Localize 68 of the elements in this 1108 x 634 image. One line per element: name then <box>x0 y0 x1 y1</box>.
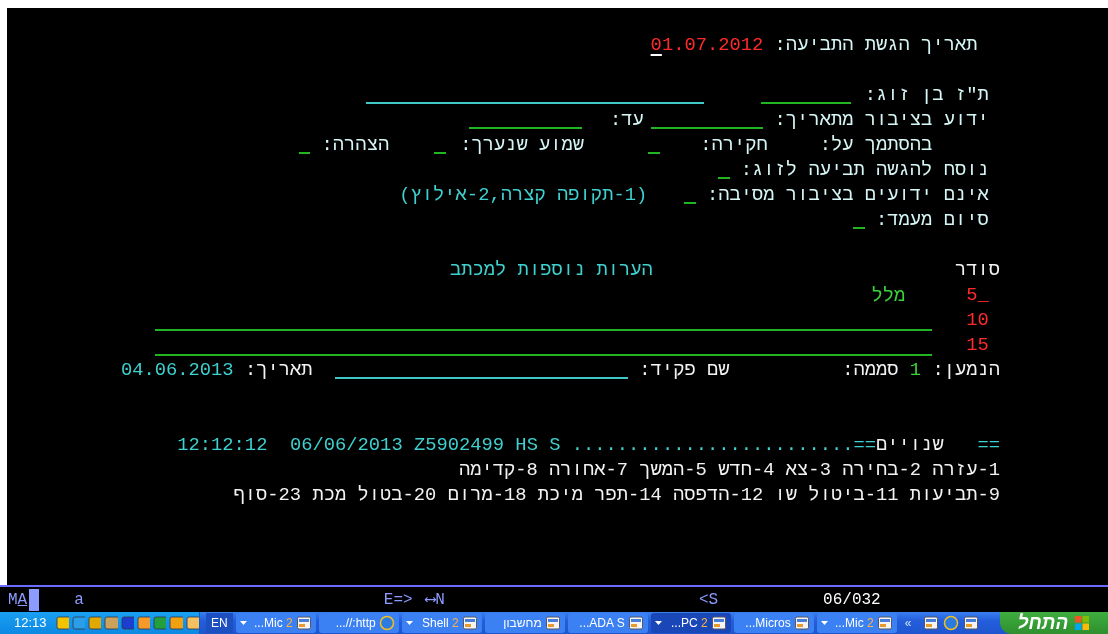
show-more-button[interactable]: « <box>902 614 914 632</box>
field-value: (1-תקופה קצרה,2-אילוץ) <box>399 183 648 208</box>
field-label: ידוע בציבור מתאריך: <box>774 108 989 133</box>
tray-app-icon[interactable] <box>185 615 199 631</box>
status-indicator: <S <box>698 589 719 611</box>
app-icon <box>295 615 312 631</box>
field-label: בהסתמך על: <box>819 133 933 158</box>
field-label: סממה: <box>842 358 899 383</box>
note-text: מלל <box>870 285 907 306</box>
field-label: תאריך הגשת התביעה: <box>774 33 978 58</box>
field-label: חקירה: <box>700 133 768 158</box>
field-label: הצהרה: <box>321 133 390 158</box>
taskbar-button[interactable]: ...ADA S <box>567 613 648 633</box>
function-key-legend: 9-תביעות 11-ביטול שו 12-הדפסה 14-תפר מיכת 18-מרום 20-בטול מכת 23-סוף <box>233 483 1000 508</box>
line-number: 15 <box>966 333 989 358</box>
field-label: סיום מעמד: <box>876 208 989 233</box>
field-label: תאריך: <box>244 358 313 383</box>
app-icon <box>876 615 893 631</box>
taskbar-button[interactable]: Shell 2 <box>401 613 482 633</box>
globe-icon <box>378 615 395 631</box>
status-indicator: E=> <box>383 589 413 611</box>
field-label: אינם ידועים בציבור מסיבה: <box>706 183 989 208</box>
field-label: הנמען: <box>932 358 1000 383</box>
field-label: ת"ז בן זוג: <box>864 83 989 108</box>
language-indicator[interactable]: EN <box>206 613 233 633</box>
input-mode-indicator: a <box>74 589 84 611</box>
line-number: 10 <box>966 308 989 333</box>
start-button[interactable]: התחל <box>1000 612 1108 634</box>
app-icon <box>627 615 644 631</box>
field-label: שם פקיד: <box>639 358 730 383</box>
flag-icon <box>1074 615 1091 631</box>
tray-app-icon[interactable] <box>88 615 102 631</box>
globe-icon <box>943 615 960 631</box>
taskbar-button[interactable]: ...Micros <box>733 613 814 633</box>
column-heading: סודר <box>954 258 1000 283</box>
taskbar-button[interactable]: ...PC 2 <box>650 613 731 633</box>
column-heading: הערות נוספות למכתב <box>450 258 653 283</box>
taskbar-button[interactable]: ...Mic 2 <box>816 613 897 633</box>
tray-app-icon[interactable] <box>55 615 69 631</box>
taskbar-button[interactable]: מחשבון <box>484 613 565 633</box>
tray-app-icon[interactable] <box>120 615 134 631</box>
tray-app-icon[interactable] <box>104 615 118 631</box>
tray-app-icon[interactable] <box>136 615 151 631</box>
function-key-legend: 1-עזרה 2-בחירה 3-צא 4-חדש 5-המשך 7-אחורה 8-קדימה <box>458 458 1000 483</box>
session-info: 12:12:12 06/06/2013 Z5902499 HS S .........................== <box>177 433 877 458</box>
cursor-position: 06/032 <box>823 589 881 611</box>
equals-marks: == <box>977 433 1000 458</box>
app-icon <box>963 615 980 631</box>
field-label: נוסח להגשה תביעה לזוג: <box>740 158 989 183</box>
field-value: 01.07.2012 <box>650 33 764 58</box>
mode-indicator: MA <box>8 589 28 611</box>
screen-title: שנויים <box>876 433 944 458</box>
taskbar-button[interactable]: ...Mic 2 <box>235 613 316 633</box>
app-icon <box>923 615 940 631</box>
field-label: עד: <box>610 108 644 133</box>
taskbar-button[interactable]: ...//:http <box>318 613 399 633</box>
field-value: 04.06.2013 <box>120 358 234 383</box>
app-icon <box>793 615 810 631</box>
tray-app-icon[interactable] <box>169 615 183 631</box>
field-value: 1 <box>909 358 922 383</box>
app-icon <box>544 615 561 631</box>
cursor-block <box>29 588 40 611</box>
clock: 12:13 <box>14 614 47 633</box>
field-label: שמוע שנערך: <box>460 133 585 158</box>
status-indicator: ⟷N <box>425 589 445 611</box>
app-icon <box>710 615 727 631</box>
app-icon <box>461 615 478 631</box>
line-number: _5 <box>966 283 989 308</box>
